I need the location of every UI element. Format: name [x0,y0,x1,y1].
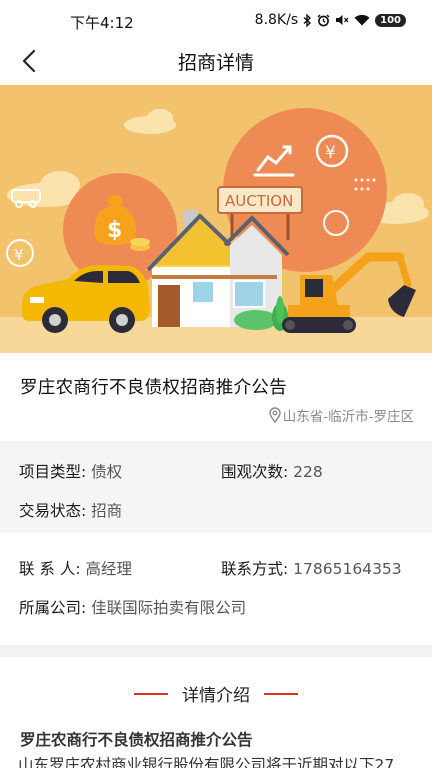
alarm-icon [317,13,330,26]
listing-title-block: 罗庄农商行不良债权招商推介公告 山东省-临沂市-罗庄区 [0,353,432,441]
detail-subtitle: 罗庄农商行不良债权招商推介公告 [20,731,253,749]
trade-status-field: 交易状态: 招商 [19,499,122,521]
trade-status-value: 招商 [91,502,123,520]
views-label: 围观次数: [221,463,289,481]
svg-text:¥: ¥ [14,246,24,264]
project-type-label: 项目类型: [19,463,87,481]
contact-phone-value[interactable]: 17865164353 [293,560,401,578]
company-value: 佳联国际拍卖有限公司 [91,599,247,617]
network-speed: 8.8K/s [254,12,299,28]
battery-icon: 100 [375,13,406,27]
auction-banner-image: ¥ ¥ $ AUCTION [0,85,432,353]
company-field: 所属公司: 佳联国际拍卖有限公司 [19,596,246,618]
page-title: 招商详情 [177,52,254,74]
svg-text:¥: ¥ [325,143,336,163]
project-type-field: 项目类型: 债权 [19,460,122,482]
heading-line-left [134,692,168,695]
contact-phone-field: 联系方式: 17865164353 [221,557,402,579]
project-info-panel: 项目类型: 债权 围观次数: 228 交易状态: 招商 [0,441,432,533]
location-text: 山东省-临沂市-罗庄区 [282,409,414,425]
detail-body-text: 山东罗庄农村商业银行股份有限公司将于近期对以下27 [18,756,395,768]
detail-heading-text: 详情介绍 [182,686,250,706]
heading-line-right [264,692,298,695]
location-pin-icon [269,407,281,423]
listing-location: 山东省-临沂市-罗庄区 [269,405,414,425]
app-header: 招商详情 [0,40,432,82]
listing-title: 罗庄农商行不良债权招商推介公告 [20,378,287,398]
auction-sign-text: AUCTION [225,192,293,210]
divider [0,533,432,545]
contact-person-label: 联 系 人: [19,560,81,578]
views-value: 228 [293,463,323,481]
bluetooth-icon [303,13,312,27]
section-divider [0,645,432,657]
status-bar: 下午4:12 8.8K/s 100 [0,0,432,40]
detail-section: 详情介绍 罗庄农商行不良债权招商推介公告 山东罗庄农村商业银行股份有限公司将于近… [0,657,432,768]
views-field: 围观次数: 228 [221,460,323,482]
svg-text:$: $ [107,218,122,243]
company-label: 所属公司: [19,599,87,617]
contact-person-value: 高经理 [85,560,133,578]
trade-status-label: 交易状态: [19,502,87,520]
status-time: 下午4:12 [70,14,134,32]
wifi-icon [354,14,370,26]
status-icons: 8.8K/s 100 [255,12,406,28]
detail-heading: 详情介绍 [0,681,432,706]
project-type-value: 债权 [91,463,123,481]
contact-info-panel: 联 系 人: 高经理 联系方式: 17865164353 所属公司: 佳联国际拍… [0,545,432,645]
contact-person-field: 联 系 人: 高经理 [19,557,132,579]
contact-phone-label: 联系方式: [221,560,289,578]
mute-icon [336,15,349,25]
